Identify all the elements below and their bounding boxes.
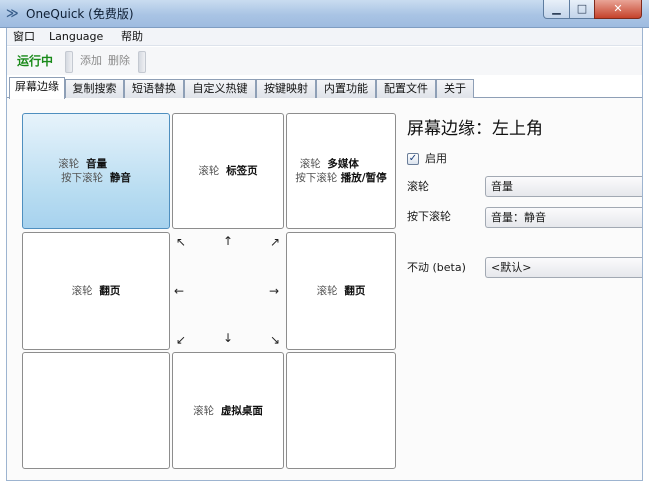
arrow-down-right-icon: ↘ — [270, 333, 281, 347]
tab-phrase-replace[interactable]: 短语替换 — [124, 79, 184, 98]
cell-key-label: 按下滚轮 — [295, 172, 338, 184]
edge-cell-bottom-right[interactable] — [286, 352, 396, 469]
title-bar[interactable]: ≫ OneQuick (免费版) ▁ □ ✕ — [0, 0, 649, 28]
minimize-icon: ▁ — [552, 2, 561, 15]
cell-key-label: 滚轮 — [58, 158, 80, 170]
toolbar-grip — [138, 51, 146, 73]
edge-cell-top-right[interactable]: 滚轮 多媒体 按下滚轮 播放/暂停 — [286, 113, 396, 229]
menu-help[interactable]: 帮助 — [121, 30, 143, 44]
edge-cell-top-center[interactable]: 滚轮 标签页 — [172, 113, 284, 229]
cell-value-label: 标签页 — [226, 165, 258, 177]
cell-key-label: 滚轮 — [198, 165, 220, 177]
screen-edge-panel: 滚轮 音量 按下滚轮 静音 滚轮 标签页 滚轮 多媒体 按下滚轮 播放/暂停 滚… — [7, 98, 642, 480]
tab-builtin-functions[interactable]: 内置功能 — [316, 79, 376, 98]
cell-key-label: 滚轮 — [299, 158, 321, 170]
delete-button[interactable]: 删除 — [108, 54, 130, 68]
window-title: OneQuick (免费版) — [26, 7, 134, 21]
tab-copy-search[interactable]: 复制搜索 — [65, 79, 124, 98]
tab-screen-edge[interactable]: 屏幕边缘 — [9, 77, 65, 99]
window-client: 窗口 Language 帮助 运行中 添加 删除 屏幕边缘 复制搜索 短语替换 … — [6, 28, 643, 481]
arrow-up-icon: ↑ — [223, 234, 234, 248]
idle-action-select[interactable]: <默认> — [485, 257, 642, 278]
maximize-icon: □ — [576, 2, 588, 15]
app-logo-icon: ≫ — [6, 6, 19, 20]
wheel-action-select[interactable]: 音量 — [485, 176, 642, 197]
idle-label: 不动 (beta) — [407, 261, 466, 274]
wheel-label: 滚轮 — [407, 180, 429, 193]
menu-window[interactable]: 窗口 — [13, 30, 35, 44]
cell-value-label: 翻页 — [99, 285, 121, 297]
tab-about[interactable]: 关于 — [436, 79, 474, 98]
close-icon: ✕ — [613, 2, 623, 15]
press-wheel-label: 按下滚轮 — [407, 210, 451, 223]
arrow-up-right-icon: ↗ — [270, 235, 281, 249]
enable-checkbox[interactable]: ✓ — [407, 153, 419, 165]
edge-cell-middle-right[interactable]: 滚轮 翻页 — [286, 232, 396, 350]
menu-language[interactable]: Language — [49, 30, 103, 44]
cell-key-label: 滚轮 — [71, 285, 93, 297]
arrow-down-icon: ↓ — [223, 331, 234, 345]
edge-cell-top-left[interactable]: 滚轮 音量 按下滚轮 静音 — [22, 113, 170, 229]
close-button[interactable]: ✕ — [594, 0, 642, 19]
edge-cell-bottom-center[interactable]: 滚轮 虚拟桌面 — [172, 352, 284, 469]
cell-key-label: 滚轮 — [316, 285, 338, 297]
cell-value-label: 播放/暂停 — [340, 172, 387, 184]
arrow-down-left-icon: ↙ — [176, 333, 187, 347]
edge-direction-center: ↖ ↑ ↗ ← → ↙ ↓ ↘ — [172, 232, 284, 350]
cell-key-label: 滚轮 — [193, 404, 215, 417]
cell-value-label: 音量 — [85, 158, 107, 170]
edge-cell-bottom-left[interactable] — [22, 352, 170, 469]
toolbar-grip — [65, 51, 73, 73]
edge-cell-middle-left[interactable]: 滚轮 翻页 — [22, 232, 170, 350]
cell-value-label: 静音 — [109, 172, 131, 184]
tab-custom-hotkey[interactable]: 自定义热键 — [184, 79, 256, 98]
minimize-button[interactable]: ▁ — [543, 0, 570, 19]
arrow-left-icon: ← — [174, 284, 185, 298]
menu-bar: 窗口 Language 帮助 — [7, 28, 642, 46]
arrow-up-left-icon: ↖ — [176, 235, 187, 249]
cell-value-label: 虚拟桌面 — [220, 404, 263, 417]
toolbar: 运行中 添加 删除 — [7, 47, 642, 75]
tab-config-file[interactable]: 配置文件 — [376, 79, 436, 98]
cell-value-label: 多媒体 — [327, 158, 359, 170]
edge-detail-title: 屏幕边缘：左上角 — [407, 119, 543, 139]
add-button[interactable]: 添加 — [80, 54, 102, 68]
enable-checkbox-label[interactable]: 启用 — [425, 152, 447, 166]
arrow-right-icon: → — [269, 284, 280, 298]
check-icon: ✓ — [408, 153, 418, 164]
run-status-button[interactable]: 运行中 — [17, 53, 53, 69]
cell-value-label: 翻页 — [344, 285, 366, 297]
maximize-button[interactable]: □ — [569, 0, 595, 19]
tab-key-mapping[interactable]: 按键映射 — [256, 79, 316, 98]
cell-key-label: 按下滚轮 — [61, 172, 104, 184]
press-wheel-action-select[interactable]: 音量：静音 — [485, 207, 642, 228]
tab-strip: 屏幕边缘 复制搜索 短语替换 自定义热键 按键映射 内置功能 配置文件 关于 — [7, 77, 642, 99]
